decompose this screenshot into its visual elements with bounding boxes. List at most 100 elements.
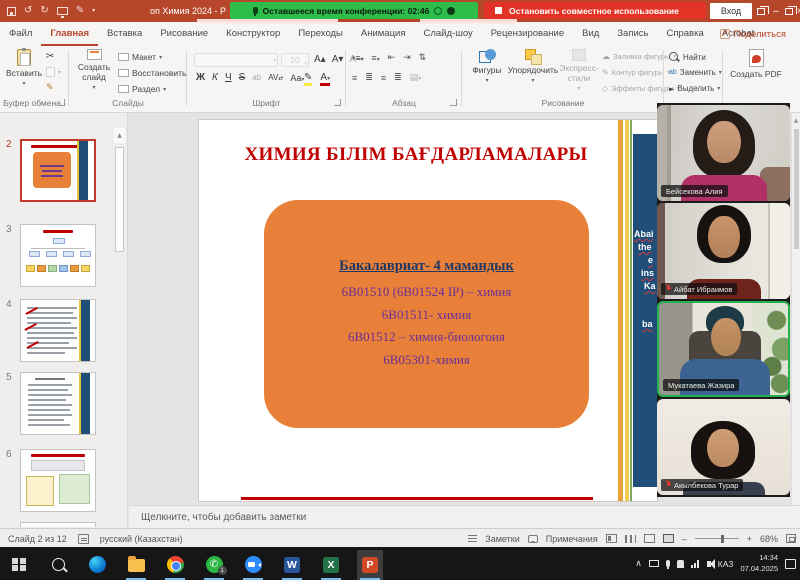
columns-icon[interactable]: ▤▾: [410, 73, 422, 83]
thumbnail-slide-6[interactable]: [20, 449, 96, 512]
copy-icon[interactable]: [46, 67, 55, 77]
shrink-font-icon[interactable]: A▾: [332, 54, 344, 65]
save-icon[interactable]: [7, 7, 16, 16]
highlight-color-icon[interactable]: ✎: [304, 72, 312, 86]
scrollbar-thumb[interactable]: [115, 147, 124, 252]
tray-mic-icon[interactable]: [666, 560, 670, 567]
thumbnail-slide-5[interactable]: [20, 372, 96, 435]
font-name-combobox[interactable]: ▾: [194, 53, 278, 67]
line-spacing-icon[interactable]: ⇅: [419, 53, 427, 63]
align-right-icon[interactable]: ≡: [381, 73, 386, 83]
layout-button[interactable]: Макет▾: [118, 52, 162, 62]
justify-icon[interactable]: ≣: [394, 72, 402, 83]
font-size-combobox[interactable]: 20▾: [281, 53, 309, 67]
customize-qat-icon[interactable]: ▾: [92, 8, 95, 14]
font-color-icon[interactable]: А▾: [320, 72, 330, 86]
reading-view-button[interactable]: [644, 534, 655, 543]
taskbar-chrome-button[interactable]: [162, 550, 188, 580]
paragraph-dialog-launcher[interactable]: [450, 99, 457, 106]
numbering-icon[interactable]: ≡▾: [371, 53, 379, 63]
zoom-out-button[interactable]: –: [682, 534, 687, 544]
tray-touch-icon[interactable]: [677, 560, 684, 568]
zoom-in-button[interactable]: +: [747, 534, 752, 544]
taskbar-search-button[interactable]: [45, 550, 71, 580]
quick-styles-button[interactable]: Экспресс-стили ▾: [559, 49, 599, 92]
shape-fill-button[interactable]: ☁Заливка фигуры▾: [602, 52, 676, 61]
restore-button[interactable]: [782, 0, 796, 22]
tab-file[interactable]: Файл: [0, 22, 41, 46]
login-button[interactable]: Вход: [710, 3, 752, 19]
tab-record[interactable]: Запись: [608, 22, 657, 46]
fit-to-window-button[interactable]: [786, 534, 796, 543]
keyboard-language[interactable]: КАЗ: [718, 559, 734, 569]
italic-button[interactable]: К: [212, 72, 218, 83]
participant-tile-1[interactable]: Бейсекова Алия: [657, 105, 790, 201]
find-button[interactable]: Найти: [669, 52, 706, 63]
notification-center-icon[interactable]: [785, 559, 796, 569]
zoom-slider[interactable]: [695, 538, 739, 539]
taskbar-edge-button[interactable]: [84, 550, 110, 580]
redo-icon[interactable]: ↻: [40, 6, 48, 16]
language-indicator[interactable]: русский (Казахстан): [100, 534, 183, 544]
thumbnail-slide-7-partial[interactable]: [20, 522, 96, 527]
stop-sharing-button[interactable]: Остановить совместное использование: [484, 2, 706, 19]
tab-review[interactable]: Рецензирование: [482, 22, 573, 46]
increase-indent-icon[interactable]: ⇥: [403, 53, 411, 63]
taskbar-excel-button[interactable]: X: [318, 550, 344, 580]
slideshow-view-button[interactable]: [663, 534, 674, 543]
share-button[interactable]: ↗ Поделиться: [714, 25, 792, 43]
slide-canvas[interactable]: ХИМИЯ БІЛІМ БАҒДАРЛАМАЛАРЫ Бакалавриат- …: [198, 119, 658, 502]
slideshow-icon[interactable]: [57, 7, 68, 15]
section-button[interactable]: Раздел▾: [118, 84, 166, 94]
thumbnail-slide-4[interactable]: [20, 299, 96, 362]
arrange-button[interactable]: Упорядочить ▾: [509, 49, 557, 84]
taskbar-explorer-button[interactable]: [123, 550, 149, 580]
format-painter-icon[interactable]: ✎: [46, 83, 54, 93]
select-button[interactable]: ►Выделить▾: [669, 84, 720, 93]
taskbar-word-button[interactable]: W: [279, 550, 305, 580]
shapes-button[interactable]: Фигуры ▾: [467, 49, 507, 84]
bullets-icon[interactable]: •≡▾: [352, 53, 363, 63]
tab-animations[interactable]: Анимация: [352, 22, 415, 46]
tray-network-icon[interactable]: [691, 560, 700, 568]
normal-view-button[interactable]: [606, 534, 617, 543]
align-center-icon[interactable]: ≣: [365, 72, 373, 83]
notes-pane[interactable]: Щелкните, чтобы добавить заметки: [129, 505, 800, 528]
paste-button[interactable]: Вставить ▾: [6, 49, 42, 87]
spellcheck-icon[interactable]: [78, 534, 89, 544]
slide-title[interactable]: ХИМИЯ БІЛІМ БАҒДАРЛАМАЛАРЫ: [213, 144, 619, 166]
tab-insert[interactable]: Вставка: [98, 22, 151, 46]
tab-slideshow[interactable]: Слайд-шоу: [415, 22, 482, 46]
change-case-icon[interactable]: Aa▾: [290, 73, 304, 83]
tab-help[interactable]: Справка: [657, 22, 712, 46]
shape-outline-button[interactable]: ✎Контур фигуры▾: [602, 68, 670, 77]
create-pdf-button[interactable]: Создать PDF: [730, 49, 782, 79]
comments-toggle[interactable]: Примечания: [546, 534, 598, 544]
slide-sorter-view-button[interactable]: [625, 535, 636, 543]
taskbar-whatsapp-button[interactable]: ✆1: [201, 550, 227, 580]
tab-design[interactable]: Конструктор: [217, 22, 289, 46]
pen-icon[interactable]: ✎: [76, 6, 84, 16]
tray-volume-icon[interactable]: [707, 561, 711, 567]
participant-tile-3-active-speaker[interactable]: Мукатаева Жазира: [657, 301, 790, 397]
tab-transitions[interactable]: Переходы: [289, 22, 352, 46]
decrease-indent-icon[interactable]: ⇤: [388, 53, 396, 63]
grow-font-icon[interactable]: A▴: [314, 54, 326, 65]
tray-display-icon[interactable]: [649, 560, 659, 567]
undo-icon[interactable]: ↺: [24, 6, 32, 16]
clock[interactable]: 14:34 07.04.2025: [740, 553, 778, 573]
character-spacing-icon[interactable]: AV⇄: [268, 73, 283, 82]
clipboard-dialog-launcher[interactable]: [58, 99, 65, 106]
thumbnail-slide-3[interactable]: [20, 224, 96, 287]
align-left-icon[interactable]: ≡: [352, 73, 357, 83]
tab-draw[interactable]: Рисование: [151, 22, 217, 46]
participant-tile-4[interactable]: Акылбекова Турар: [657, 399, 790, 495]
tray-expand-icon[interactable]: ∧: [635, 559, 642, 569]
close-button[interactable]: ×: [795, 0, 800, 22]
strikethrough-button[interactable]: S: [239, 72, 246, 83]
scroll-up-icon[interactable]: ▲: [114, 128, 125, 143]
zoom-level[interactable]: 68%: [760, 534, 778, 544]
ribbon-display-options-button[interactable]: [754, 0, 768, 22]
editor-scrollbar[interactable]: ▲: [791, 113, 800, 505]
zoom-slider-knob[interactable]: [721, 535, 724, 543]
